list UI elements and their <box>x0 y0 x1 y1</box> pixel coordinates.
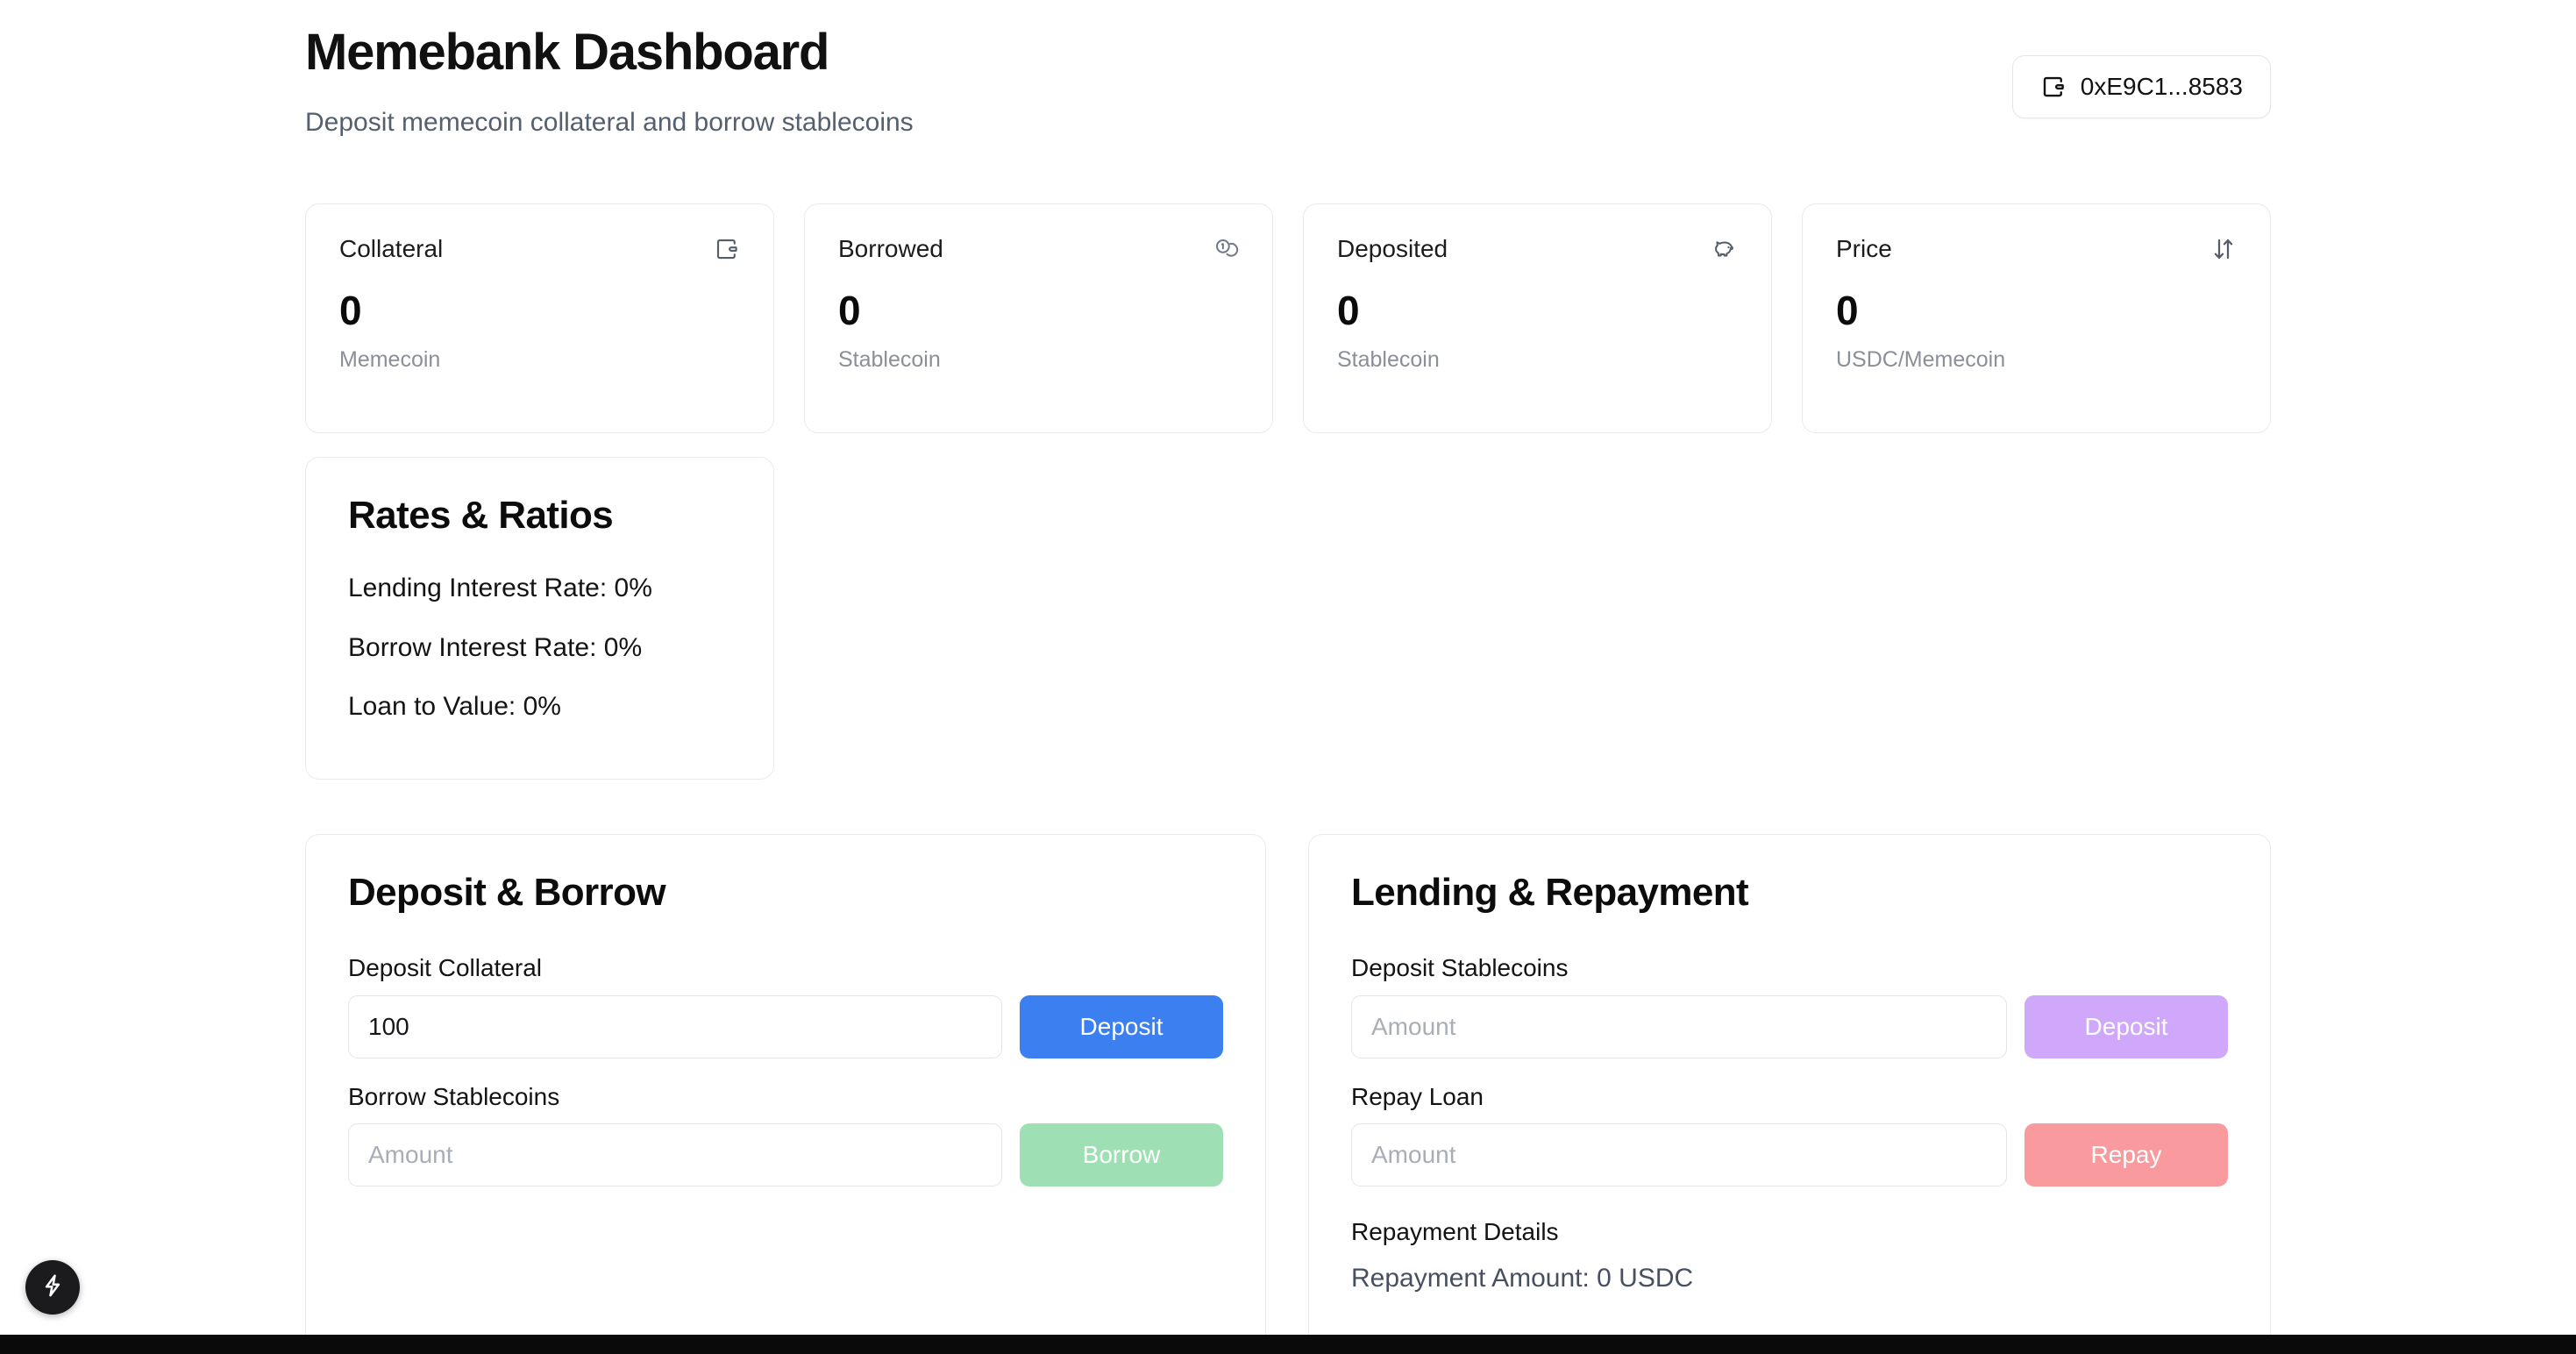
deposit-collateral-label: Deposit Collateral <box>348 954 542 982</box>
repay-loan-row: Repay <box>1351 1122 2228 1187</box>
stat-unit: USDC/Memecoin <box>1836 347 2006 372</box>
lending-repayment-title: Lending & Repayment <box>1351 871 1749 914</box>
arrows-up-down-icon <box>2210 236 2237 267</box>
bottom-system-bar <box>0 1335 2576 1354</box>
dashboard-root: Memebank Dashboard Deposit memecoin coll… <box>0 0 2576 1354</box>
stat-card-header: Borrowed <box>838 235 1239 267</box>
stat-card-price: Price 0 USDC/Memecoin <box>1802 203 2271 433</box>
deposit-stablecoins-button[interactable]: Deposit <box>2025 994 2228 1058</box>
deposit-collateral-group: Deposit Collateral Deposit <box>348 954 1223 1058</box>
stat-value: 0 <box>1836 288 1859 333</box>
page-header-container: Memebank Dashboard Deposit memecoin coll… <box>305 0 2271 189</box>
deposit-collateral-row: Deposit <box>348 994 1223 1058</box>
wallet-address-label: 0xE9C1...8583 <box>2080 73 2243 100</box>
lending-and-repayment-panel: Lending & Repayment Deposit Stablecoins … <box>1308 834 2271 1354</box>
rates-list-item: Loan to Value: 0% <box>348 692 561 722</box>
borrow-button[interactable]: Borrow <box>1020 1122 1223 1187</box>
coins-icon <box>1213 236 1239 267</box>
wallet-icon <box>714 236 740 267</box>
stat-value: 0 <box>1337 288 1360 333</box>
page-subtitle: Deposit memecoin collateral and borrow s… <box>305 108 914 137</box>
rates-card-title: Rates & Ratios <box>348 494 614 537</box>
lightning-bolt-icon <box>39 1272 66 1303</box>
borrow-stablecoins-input[interactable] <box>348 1122 1002 1187</box>
repayment-amount-line: Repayment Amount: 0 USDC <box>1351 1263 1694 1293</box>
stat-card-deposited: Deposited 0 Stablecoin <box>1303 203 1772 433</box>
borrow-stablecoins-row: Borrow <box>348 1122 1223 1187</box>
repay-button[interactable]: Repay <box>2025 1122 2228 1187</box>
piggy-bank-icon <box>1711 236 1738 267</box>
stat-unit: Stablecoin <box>838 347 941 372</box>
stat-cards-row: Collateral 0 Memecoin Borrowed 0 Stablec… <box>305 203 2271 433</box>
deposit-collateral-input[interactable] <box>348 994 1002 1058</box>
rates-and-ratios-card: Rates & Ratios Lending Interest Rate: 0%… <box>305 457 774 780</box>
stat-card-header: Collateral <box>339 235 740 267</box>
deposit-stablecoins-group: Deposit Stablecoins Deposit <box>1351 954 2228 1058</box>
deposit-stablecoins-input[interactable] <box>1351 994 2007 1058</box>
wallet-address-button[interactable]: 0xE9C1...8583 <box>2011 55 2271 118</box>
deposit-and-borrow-panel: Deposit & Borrow Deposit Collateral Depo… <box>305 834 1266 1354</box>
rates-list-item: Lending Interest Rate: 0% <box>348 574 652 603</box>
lightning-fab-button[interactable] <box>25 1260 80 1315</box>
header: Memebank Dashboard Deposit memecoin coll… <box>305 0 2271 189</box>
repay-loan-label: Repay Loan <box>1351 1082 1484 1110</box>
borrow-stablecoins-group: Borrow Stablecoins Borrow <box>348 1083 1223 1187</box>
stat-card-collateral: Collateral 0 Memecoin <box>305 203 774 433</box>
stat-label: Borrowed <box>838 235 943 262</box>
repayment-details-block: Repayment Details Repayment Amount: 0 US… <box>1351 1218 2228 1294</box>
stat-label: Deposited <box>1337 235 1448 262</box>
stat-value: 0 <box>838 288 861 333</box>
deposit-borrow-title: Deposit & Borrow <box>348 871 666 914</box>
stat-label: Price <box>1836 235 1892 262</box>
stat-label: Collateral <box>339 235 444 262</box>
stat-unit: Stablecoin <box>1337 347 1440 372</box>
repay-loan-group: Repay Loan Repay <box>1351 1083 2228 1187</box>
stat-card-borrowed: Borrowed 0 Stablecoin <box>804 203 1273 433</box>
deposit-stablecoins-row: Deposit <box>1351 994 2228 1058</box>
rates-list-item: Borrow Interest Rate: 0% <box>348 632 643 662</box>
repayment-details-title: Repayment Details <box>1351 1217 1559 1245</box>
wallet-icon <box>2040 74 2067 100</box>
stat-value: 0 <box>339 288 362 333</box>
bottom-panels: Deposit & Borrow Deposit Collateral Depo… <box>305 834 2271 1354</box>
stat-unit: Memecoin <box>339 347 441 372</box>
stat-card-header: Price <box>1836 235 2237 267</box>
page-title: Memebank Dashboard <box>305 24 829 81</box>
deposit-collateral-button[interactable]: Deposit <box>1020 994 1223 1058</box>
borrow-stablecoins-label: Borrow Stablecoins <box>348 1082 560 1110</box>
deposit-stablecoins-label: Deposit Stablecoins <box>1351 954 1569 982</box>
rates-list: Lending Interest Rate: 0% Borrow Interes… <box>348 574 731 723</box>
repay-loan-input[interactable] <box>1351 1122 2007 1187</box>
stat-card-header: Deposited <box>1337 235 1738 267</box>
